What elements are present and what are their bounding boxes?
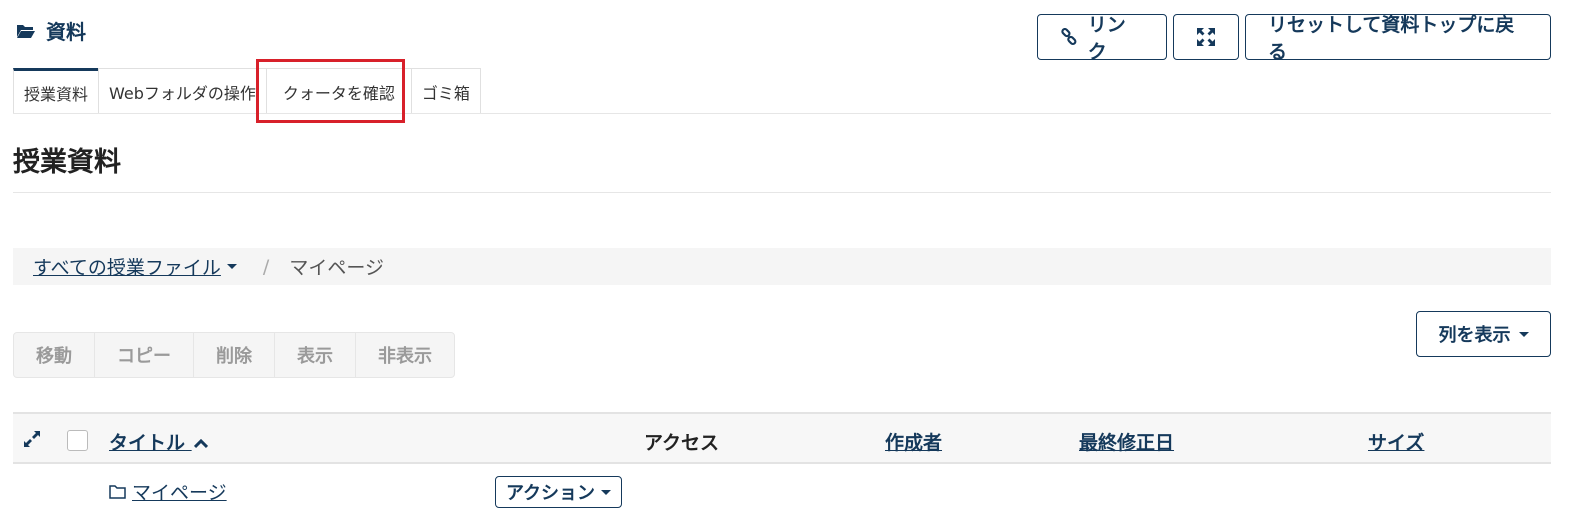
- action-button[interactable]: アクション: [495, 476, 622, 508]
- link-button-label: リンク: [1087, 14, 1126, 63]
- tab-label: クォータを確認: [282, 83, 395, 103]
- breadcrumb-all-files[interactable]: すべての授業ファイル: [33, 253, 237, 280]
- column-modified-sort[interactable]: 最終修正日: [1079, 428, 1174, 455]
- column-size-sort[interactable]: サイズ: [1368, 428, 1424, 455]
- column-access: アクセス: [644, 432, 720, 454]
- tab-web-folder[interactable]: Webフォルダの操作: [98, 68, 267, 114]
- tab-course-materials[interactable]: 授業資料: [13, 68, 100, 114]
- show-button[interactable]: 表示: [275, 333, 356, 377]
- expand-arrows-icon[interactable]: [23, 430, 41, 448]
- folder-name: マイページ: [132, 482, 227, 504]
- reset-button-label: リセットして資料トップに戻る: [1268, 14, 1515, 63]
- column-title-label: タイトル: [109, 432, 186, 454]
- delete-button[interactable]: 削除: [194, 333, 275, 377]
- tab-label: 授業資料: [24, 84, 89, 104]
- action-button-label: アクション: [505, 483, 596, 504]
- show-columns-button[interactable]: 列を表示: [1416, 311, 1551, 357]
- caret-down-icon: [1518, 331, 1529, 337]
- folder-icon: [109, 484, 126, 499]
- breadcrumb-separator: /: [262, 255, 270, 278]
- breadcrumb: すべての授業ファイル / マイページ: [13, 248, 1551, 285]
- reset-to-top-button[interactable]: リセットして資料トップに戻る: [1245, 14, 1551, 63]
- table-row: マイページ アクション: [13, 472, 1551, 512]
- tab-label: Webフォルダの操作: [109, 83, 256, 103]
- caret-down-icon: [601, 489, 612, 495]
- select-all-checkbox[interactable]: [67, 430, 88, 451]
- tab-bar: 授業資料 Webフォルダの操作 クォータを確認 ゴミ箱: [13, 68, 481, 114]
- section-title: 授業資料: [13, 147, 121, 178]
- chevron-up-icon: [193, 438, 208, 449]
- breadcrumb-current: マイページ: [289, 257, 384, 279]
- table-header: タイトル アクセス 作成者 最終修正日 サイズ: [13, 412, 1551, 464]
- move-button[interactable]: 移動: [14, 333, 95, 377]
- expand-icon: [1197, 28, 1215, 46]
- breadcrumb-root-label: すべての授業ファイル: [33, 257, 221, 279]
- show-columns-label: 列を表示: [1438, 325, 1511, 346]
- folder-link-mypage[interactable]: マイページ: [109, 478, 227, 505]
- column-title-sort[interactable]: タイトル: [109, 428, 208, 455]
- section-divider: [13, 192, 1551, 193]
- fullscreen-button[interactable]: [1173, 14, 1239, 60]
- tab-label: ゴミ箱: [421, 83, 470, 103]
- page-header: 資料: [16, 16, 86, 45]
- tab-trash[interactable]: ゴミ箱: [410, 68, 481, 114]
- top-actions: リンク リセットして資料トップに戻る: [1037, 14, 1551, 63]
- tabs-divider: [13, 113, 1551, 114]
- link-button[interactable]: リンク: [1037, 14, 1167, 63]
- page-title: 資料: [46, 20, 86, 44]
- hide-button[interactable]: 非表示: [356, 333, 454, 377]
- folder-open-icon: [17, 24, 35, 38]
- column-creator-sort[interactable]: 作成者: [885, 428, 942, 455]
- tab-check-quota[interactable]: クォータを確認: [265, 68, 412, 114]
- bulk-action-toolbar: 移動 コピー 削除 表示 非表示: [13, 332, 455, 378]
- copy-button[interactable]: コピー: [95, 333, 194, 377]
- link-icon: [1061, 28, 1077, 46]
- caret-down-icon: [226, 264, 237, 269]
